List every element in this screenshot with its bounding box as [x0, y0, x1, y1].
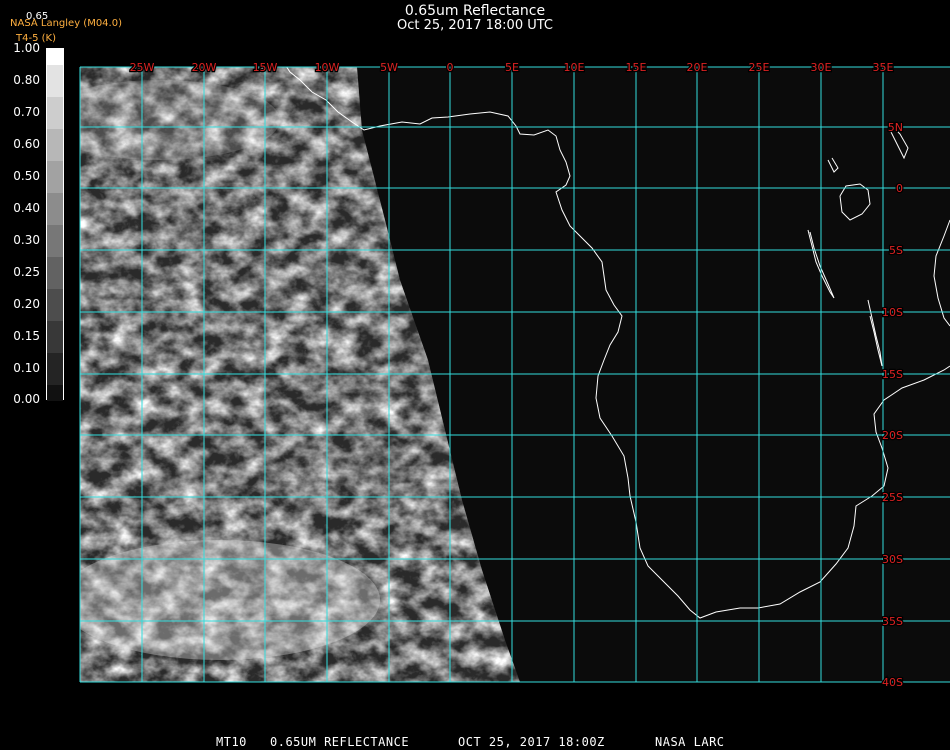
longitude-label: 5W: [380, 61, 398, 74]
longitude-label: 25E: [749, 61, 770, 74]
latitude-label: 5S: [889, 244, 903, 257]
colorbar-segment: [47, 65, 63, 97]
colorbar-tick-label: 0.50: [13, 169, 40, 183]
map-datetime: Oct 25, 2017 18:00 UTC: [397, 18, 553, 33]
longitude-label: 0: [447, 61, 454, 74]
colorbar-tick-label: 0.00: [13, 392, 40, 406]
latitude-label: 20S: [882, 429, 903, 442]
colorbar-tick-label: 0.80: [13, 73, 40, 87]
colorbar-tick-label: 0.30: [13, 233, 40, 247]
map-title: 0.65um Reflectance: [404, 3, 546, 19]
colorbar-tick-label: 0.70: [13, 105, 40, 119]
colorbar-segment: [47, 321, 63, 353]
longitude-label: 25W: [130, 61, 155, 74]
colorbar: [46, 48, 64, 401]
longitude-label: 15E: [626, 61, 647, 74]
latitude-label: 15S: [882, 368, 903, 381]
colorbar-tick-label: 1.00: [13, 41, 40, 55]
colorbar-segment: [47, 385, 63, 401]
reflectance-map: 25W 20W 15W 10W 5W 0 5E 10E 15E 20E 25E 30E 35E 5N 0 5S…: [79, 60, 950, 690]
longitude-label: 30E: [811, 61, 832, 74]
source-label: NASA Langley (M04.0): [10, 18, 122, 29]
colorbar-segment: [47, 97, 63, 129]
colorbar-segment: [47, 161, 63, 193]
latitude-label: 25S: [882, 491, 903, 504]
latitude-label: 10S: [882, 306, 903, 319]
latitude-label: 35S: [882, 615, 903, 628]
longitude-label: 35E: [873, 61, 894, 74]
footer-product: 0.65UM REFLECTANCE: [270, 735, 410, 749]
longitude-label: 20E: [687, 61, 708, 74]
footer-org: NASA LARC: [655, 735, 725, 749]
colorbar-segment: [47, 129, 63, 161]
footer-id: MT10: [216, 735, 247, 749]
colorbar-tick-label: 0.40: [13, 201, 40, 215]
colorbar-segment: [47, 193, 63, 225]
latitude-label: 40S: [882, 676, 903, 689]
colorbar-segment: [47, 289, 63, 321]
latitude-label: 30S: [882, 553, 903, 566]
colorbar-segment: [47, 225, 63, 257]
footer: MT10 0.65UM REFLECTANCE OCT 25, 2017 18:…: [0, 735, 950, 750]
longitude-label: 10E: [564, 61, 585, 74]
longitude-label: 15W: [253, 61, 278, 74]
colorbar-tick-label: 0.10: [13, 361, 40, 375]
colorbar-segment: [47, 353, 63, 385]
colorbar-tick-label: 0.15: [13, 329, 40, 343]
colorbar-segment: [47, 49, 63, 65]
colorbar-tick-label: 0.20: [13, 297, 40, 311]
longitude-label: 10W: [315, 61, 340, 74]
colorbar-segment: [47, 257, 63, 289]
satellite-image-view: 25W 20W 15W 10W 5W 0 5E 10E 15E 20E 25E 30E 35E 5N 0 5S…: [0, 0, 950, 750]
longitude-label: 5E: [505, 61, 519, 74]
colorbar-tick-label: 0.60: [13, 137, 40, 151]
colorbar-tick-label: 0.25: [13, 265, 40, 279]
longitude-label: 20W: [192, 61, 217, 74]
latitude-label: 0: [896, 182, 903, 195]
footer-datetime: OCT 25, 2017 18:00Z: [458, 735, 605, 749]
latitude-label: 5N: [888, 121, 903, 134]
